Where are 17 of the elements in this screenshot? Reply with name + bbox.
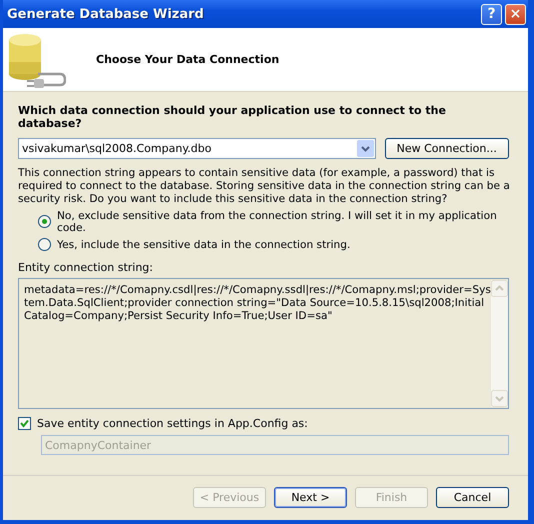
warning-text: This connection string appears to contain sensitive data (for example, a password) that is required to connect to the database. Storing sensitive data in the connection string can be a security risk. Do you want to include this sensitive data in the connection string? — [18, 167, 511, 206]
database-plug-icon — [8, 32, 66, 88]
option-label: Yes, include the sensitive data in the connection string. — [57, 238, 350, 250]
checkbox-label: Save entity connection settings in App.Config as: — [37, 417, 308, 430]
option-label: No, exclude sensitive data from the connection string. I will set it in my application code. — [57, 210, 498, 234]
radio-button[interactable] — [38, 215, 51, 228]
new-connection-button[interactable]: New Connection... — [384, 138, 509, 159]
help-button[interactable]: ? — [481, 4, 502, 24]
wizard-button[interactable]: Cancel — [436, 486, 509, 508]
wizard-button[interactable]: Next > — [274, 486, 347, 508]
question-text: Which data connection should your application use to connect to the database? — [18, 104, 447, 130]
entity-string-label: Entity connection string: — [18, 261, 154, 274]
radio-button[interactable] — [38, 238, 51, 251]
window-title: Generate Database Wizard — [7, 6, 205, 22]
page-heading: Choose Your Data Connection — [96, 53, 280, 66]
connection-dropdown[interactable]: vsivakumar\sql2008.Company.dbo — [18, 138, 376, 159]
close-button[interactable]: × — [505, 4, 526, 24]
